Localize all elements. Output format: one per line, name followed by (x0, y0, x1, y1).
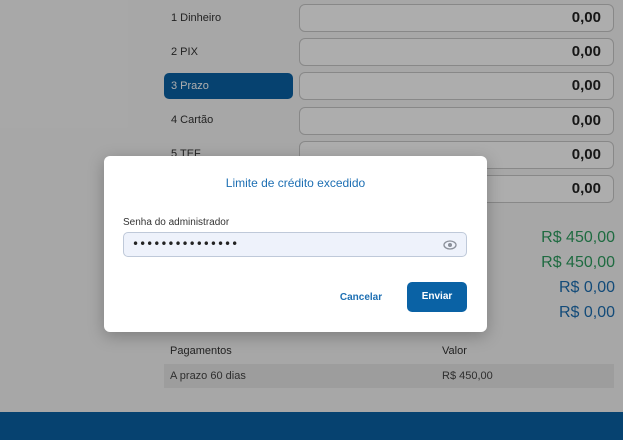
cancel-button[interactable]: Cancelar (331, 283, 391, 313)
send-button[interactable]: Enviar (407, 282, 467, 312)
password-label: Senha do administrador (123, 217, 230, 228)
dialog-title: Limite de crédito excedido (225, 176, 366, 190)
admin-password-input[interactable]: ••••••••••••••• (123, 232, 467, 257)
credit-limit-dialog: Limite de crédito excedido Senha do admi… (104, 156, 487, 332)
eye-icon[interactable] (443, 238, 457, 252)
